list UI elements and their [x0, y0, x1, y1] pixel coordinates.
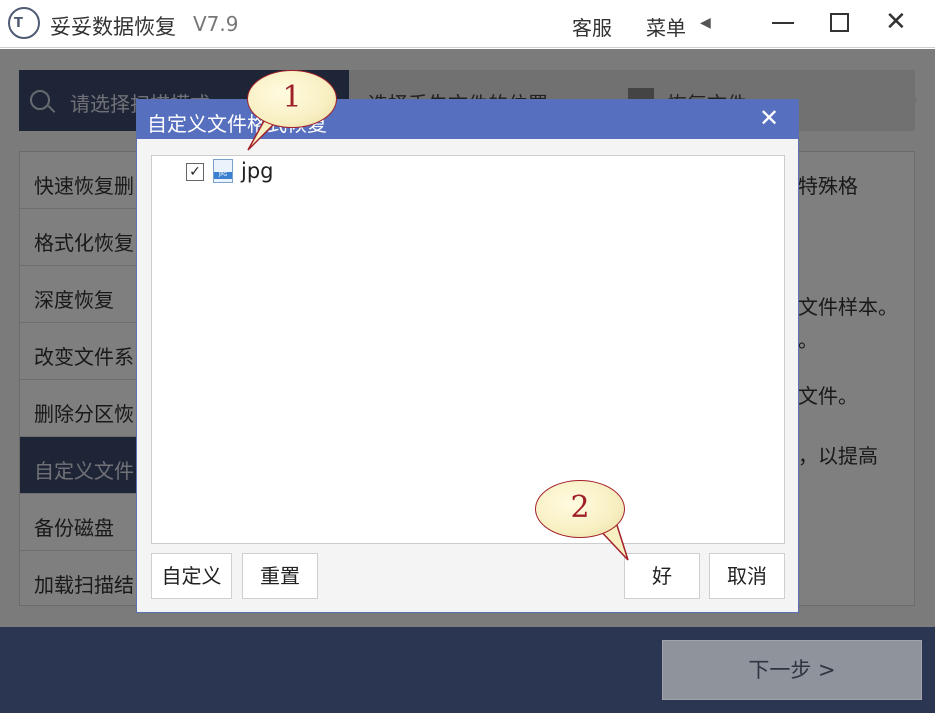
callout-number: 2	[570, 490, 590, 525]
callout-number: 1	[282, 80, 302, 115]
minimize-button[interactable]	[772, 22, 794, 24]
callout-2: 2	[535, 480, 625, 540]
customer-service-button[interactable]: 客服	[572, 12, 612, 41]
reset-button[interactable]: 重置	[242, 553, 318, 599]
close-window-button[interactable]: ✕	[885, 9, 907, 35]
jpg-file-icon: JPG	[213, 159, 233, 183]
app-logo-text: T	[14, 16, 23, 31]
title-bar: T 妥妥数据恢复 V7.9 客服 菜单 ◀ ✕	[0, 0, 935, 48]
app-logo: T	[8, 7, 40, 39]
callout-1: 1	[247, 70, 337, 130]
dialog-close-icon[interactable]: ✕	[759, 104, 779, 132]
menu-button[interactable]: 菜单	[646, 12, 686, 41]
dialog-header: 自定义文件格式恢复 ✕	[137, 100, 798, 139]
jpg-checkbox[interactable]: ✓	[186, 163, 204, 181]
custom-format-dialog: 自定义文件格式恢复 ✕ ✓ JPG jpg 自定义 重置 好 取消	[136, 99, 799, 613]
jpg-file-icon-label: JPG	[214, 172, 232, 179]
file-type-list[interactable]: ✓ JPG jpg	[151, 155, 785, 544]
maximize-button[interactable]	[830, 13, 849, 32]
app-version: V7.9	[193, 12, 239, 36]
app-title: 妥妥数据恢复	[50, 15, 176, 39]
menu-arrow-icon[interactable]: ◀	[700, 15, 711, 31]
custom-button[interactable]: 自定义	[151, 553, 232, 599]
file-type-name[interactable]: jpg	[241, 159, 274, 183]
next-step-button[interactable]: 下一步 >	[662, 640, 922, 700]
cancel-button[interactable]: 取消	[709, 553, 785, 599]
